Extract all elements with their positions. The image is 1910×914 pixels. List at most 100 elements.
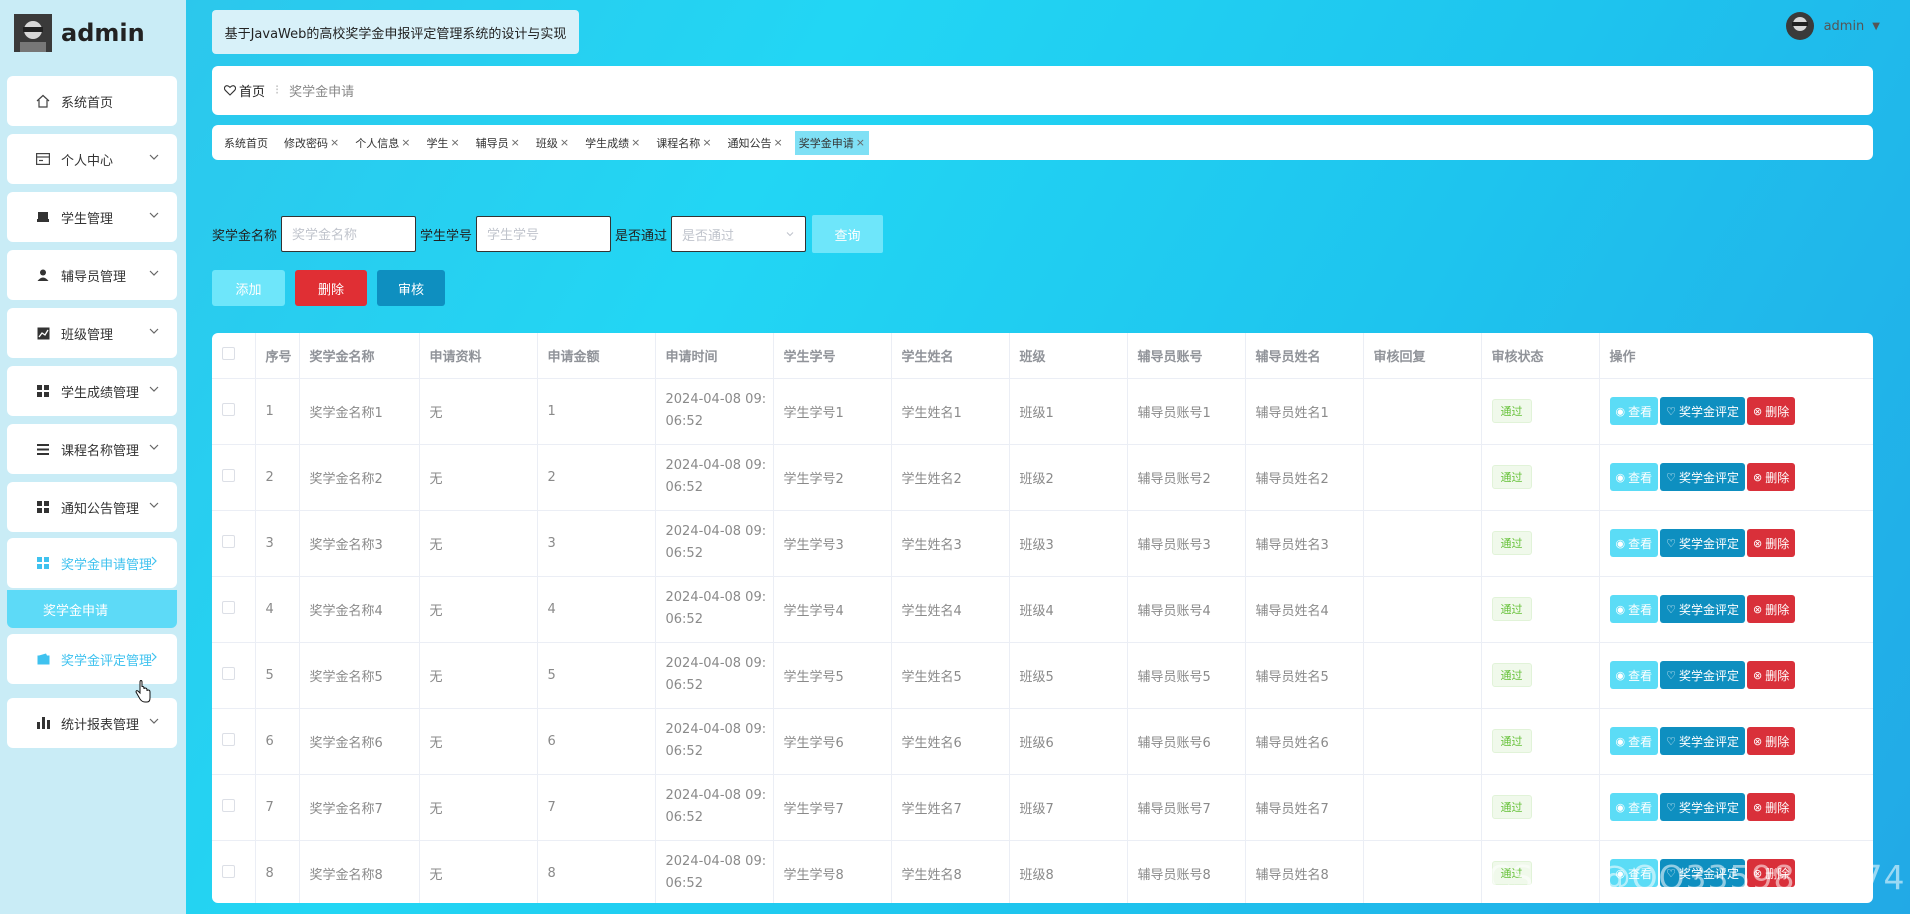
tag-counselor[interactable]: 辅导员 × xyxy=(476,131,520,155)
row-select-cell[interactable] xyxy=(212,642,256,709)
row-select-cell[interactable] xyxy=(212,774,256,841)
tag-notices[interactable]: 通知公告 × xyxy=(728,131,783,155)
tag-password[interactable]: 修改密码 × xyxy=(284,131,339,155)
row-select-cell[interactable] xyxy=(212,576,256,643)
eye-icon: ◉ xyxy=(1615,734,1626,748)
tag-home[interactable]: 系统首页 xyxy=(224,131,268,155)
row-delete-button[interactable]: ⊗ 删除 xyxy=(1747,859,1796,887)
evaluate-button[interactable]: ♡ 奖学金评定 xyxy=(1660,463,1746,491)
view-button[interactable]: ◉ 查看 xyxy=(1609,661,1659,689)
sidebar-item-courses[interactable]: 课程名称管理 xyxy=(7,424,177,474)
tag-grades[interactable]: 学生成绩 × xyxy=(585,131,640,155)
sidebar-item-scholarship-evaluate[interactable]: 奖学金评定管理 xyxy=(7,634,177,684)
cell-idx: 4 xyxy=(255,576,300,643)
evaluate-button[interactable]: ♡ 奖学金评定 xyxy=(1660,595,1746,623)
cell-amount: 8 xyxy=(537,840,656,903)
cell-sno: 学生学号6 xyxy=(773,708,892,775)
sidebar-item-students[interactable]: 学生管理 xyxy=(7,192,177,242)
close-icon[interactable]: × xyxy=(774,136,783,149)
tag-class[interactable]: 班级 × xyxy=(536,131,569,155)
row-delete-button[interactable]: ⊗ 删除 xyxy=(1747,595,1796,623)
sidebar-item-counselors[interactable]: 辅导员管理 xyxy=(7,250,177,300)
tag-profile[interactable]: 个人信息 × xyxy=(355,131,410,155)
row-delete-button[interactable]: ⊗ 删除 xyxy=(1747,463,1796,491)
user-menu[interactable]: admin ▼ xyxy=(1785,12,1880,40)
row-delete-button[interactable]: ⊗ 删除 xyxy=(1747,661,1796,689)
row-checkbox[interactable] xyxy=(222,534,235,548)
row-select-cell[interactable] xyxy=(212,708,256,775)
close-icon[interactable]: × xyxy=(702,136,711,149)
tag-student[interactable]: 学生 × xyxy=(426,131,459,155)
row-checkbox[interactable] xyxy=(222,732,235,746)
close-icon[interactable]: × xyxy=(560,136,569,149)
row-delete-button[interactable]: ⊗ 删除 xyxy=(1747,529,1796,557)
sidebar-subitem-scholarship-apply[interactable]: 奖学金申请 xyxy=(7,590,177,628)
audit-button[interactable]: 审核 xyxy=(377,270,445,306)
sidebar-item-grades[interactable]: 学生成绩管理 xyxy=(7,366,177,416)
view-button[interactable]: ◉ 查看 xyxy=(1609,727,1659,755)
sidebar-item-notices[interactable]: 通知公告管理 xyxy=(7,482,177,532)
tag-courses[interactable]: 课程名称 × xyxy=(656,131,711,155)
evaluate-button[interactable]: ♡ 奖学金评定 xyxy=(1660,661,1746,689)
view-button[interactable]: ◉ 查看 xyxy=(1609,397,1659,425)
row-select-cell[interactable] xyxy=(212,840,256,903)
row-checkbox[interactable] xyxy=(222,798,235,812)
breadcrumb-home[interactable]: 首页 xyxy=(239,81,265,100)
close-icon[interactable]: × xyxy=(856,136,865,149)
row-checkbox[interactable] xyxy=(222,864,235,878)
evaluate-button[interactable]: ♡ 奖学金评定 xyxy=(1660,859,1746,887)
cell-operations: ◉ 查看 ♡ 奖学金评定 ⊗ 删除 xyxy=(1599,510,1873,577)
close-icon[interactable]: × xyxy=(511,136,520,149)
sidebar-item-profile[interactable]: 个人中心 xyxy=(7,134,177,184)
delete-button[interactable]: 删除 xyxy=(295,270,367,306)
row-delete-button[interactable]: ⊗ 删除 xyxy=(1747,727,1796,755)
eye-icon: ◉ xyxy=(1615,668,1626,682)
view-button[interactable]: ◉ 查看 xyxy=(1609,529,1659,557)
row-delete-button[interactable]: ⊗ 删除 xyxy=(1747,397,1796,425)
close-icon[interactable]: × xyxy=(450,136,459,149)
select-all-cell[interactable] xyxy=(212,333,256,379)
row-checkbox[interactable] xyxy=(222,468,235,482)
student-no-input[interactable] xyxy=(476,216,612,252)
add-button[interactable]: 添加 xyxy=(212,270,285,306)
close-icon[interactable]: × xyxy=(631,136,640,149)
heart-icon: ♡ xyxy=(1666,866,1676,880)
row-checkbox[interactable] xyxy=(222,600,235,614)
query-button[interactable]: 查询 xyxy=(812,215,884,253)
cell-tacc: 辅导员账号4 xyxy=(1127,576,1246,643)
cell-sname: 学生姓名5 xyxy=(891,642,1010,709)
time-line: 2024-04-08 09: xyxy=(665,458,767,473)
row-checkbox[interactable] xyxy=(222,666,235,680)
sidebar-item-label: 课程名称管理 xyxy=(61,443,140,459)
evaluate-button[interactable]: ♡ 奖学金评定 xyxy=(1660,793,1746,821)
row-checkbox[interactable] xyxy=(222,402,235,416)
view-button[interactable]: ◉ 查看 xyxy=(1609,595,1659,623)
sidebar-item-scholarship-apply[interactable]: 奖学金申请管理 xyxy=(7,538,177,588)
sidebar-item-reports[interactable]: 统计报表管理 xyxy=(7,698,177,748)
sidebar-item-home[interactable]: 系统首页 xyxy=(7,76,177,126)
scholarship-name-label: 奖学金名称 xyxy=(212,228,278,244)
evaluate-button[interactable]: ♡ 奖学金评定 xyxy=(1660,397,1746,425)
row-select-cell[interactable] xyxy=(212,510,256,577)
pass-select[interactable]: 是否通过 xyxy=(671,216,807,252)
sidebar-item-classes[interactable]: 班级管理 xyxy=(7,308,177,358)
tag-scholarship-apply[interactable]: 奖学金申请 × xyxy=(794,130,869,155)
close-icon[interactable]: × xyxy=(401,136,410,149)
select-all-checkbox[interactable] xyxy=(222,346,235,360)
view-button[interactable]: ◉ 查看 xyxy=(1609,463,1659,491)
view-button[interactable]: ◉ 查看 xyxy=(1609,859,1659,887)
scholarship-name-input[interactable] xyxy=(281,216,417,252)
row-select-cell[interactable] xyxy=(212,378,256,445)
tag-label: 学生成绩 xyxy=(585,136,630,150)
cell-operations: ◉ 查看 ♡ 奖学金评定 ⊗ 删除 xyxy=(1599,774,1873,841)
evaluate-button[interactable]: ♡ 奖学金评定 xyxy=(1660,529,1746,557)
cell-status: 通过 xyxy=(1481,774,1600,841)
sidebar-item-label: 班级管理 xyxy=(61,327,114,343)
close-icon[interactable]: × xyxy=(330,136,339,149)
row-delete-button[interactable]: ⊗ 删除 xyxy=(1747,793,1796,821)
id-card-icon xyxy=(35,151,51,167)
cell-idx: 8 xyxy=(255,840,300,903)
evaluate-button[interactable]: ♡ 奖学金评定 xyxy=(1660,727,1746,755)
row-select-cell[interactable] xyxy=(212,444,256,511)
view-button[interactable]: ◉ 查看 xyxy=(1609,793,1659,821)
